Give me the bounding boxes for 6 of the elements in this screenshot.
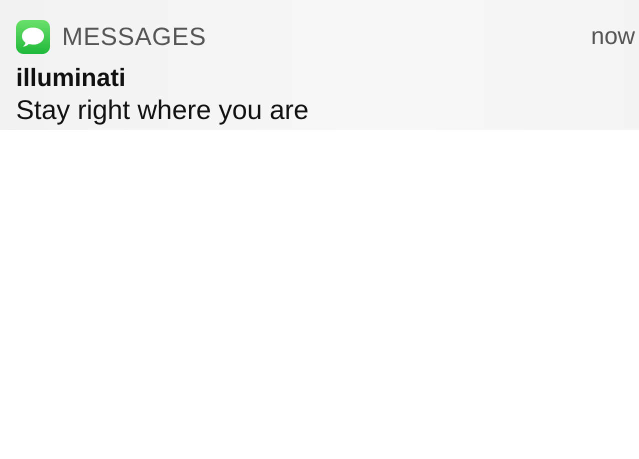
message-text: Stay right where you are: [16, 95, 310, 126]
speech-bubble-icon: [16, 20, 50, 54]
notification-card[interactable]: MESSAGES now illuminati Stay right where you are: [0, 0, 639, 130]
app-name: MESSAGES: [62, 22, 206, 52]
notification-time: now: [590, 23, 635, 51]
sender-name: illuminati: [16, 64, 127, 93]
